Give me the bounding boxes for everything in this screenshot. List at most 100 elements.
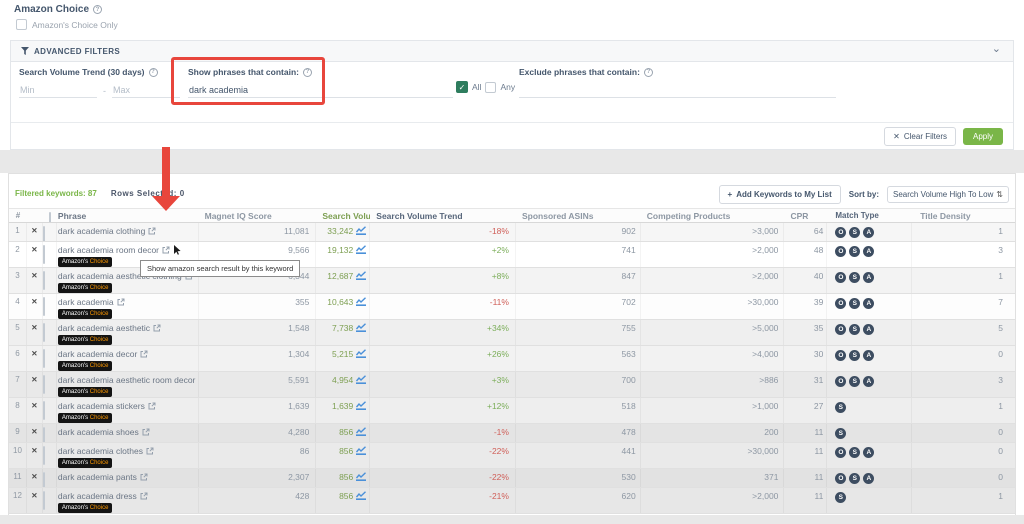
- match-type-s-icon: S: [835, 402, 846, 413]
- help-icon[interactable]: ?: [93, 5, 102, 14]
- column-header-magnet-iq-score[interactable]: Magnet IQ Score: [199, 209, 317, 222]
- column-header-competing-products[interactable]: Competing Products: [641, 209, 785, 222]
- row-checkbox[interactable]: [43, 323, 45, 342]
- magnet-iq-score-value: 1,304: [199, 346, 317, 371]
- table-row[interactable]: 1 ✕ dark academia clothing 11,081 33,242…: [9, 223, 1015, 242]
- external-link-icon[interactable]: [148, 402, 156, 410]
- row-checkbox[interactable]: [43, 491, 45, 510]
- sort-select[interactable]: Search Volume High To Low ⇅: [887, 186, 1009, 203]
- column-header-title-density[interactable]: Title Density: [912, 209, 1015, 222]
- remove-row-icon[interactable]: ✕: [27, 469, 43, 487]
- search-volume-value: 7,738: [332, 323, 353, 333]
- external-link-icon[interactable]: [148, 227, 156, 235]
- remove-row-icon[interactable]: ✕: [27, 443, 43, 468]
- table-row[interactable]: 9 ✕ dark academia shoes 4,280 856 -1% 4: [9, 424, 1015, 443]
- match-type-a-icon: A: [863, 298, 874, 309]
- external-link-icon[interactable]: [162, 246, 170, 254]
- match-type-a-icon: A: [863, 272, 874, 283]
- chart-icon[interactable]: [356, 446, 366, 455]
- row-checkbox[interactable]: [43, 297, 45, 316]
- exclude-phrases-input[interactable]: [519, 83, 836, 98]
- table-row[interactable]: 10 ✕ dark academia clothes Amazon's Choi…: [9, 443, 1015, 469]
- match-type-o-icon: O: [835, 227, 846, 238]
- trend-max-input[interactable]: [112, 83, 180, 98]
- row-checkbox[interactable]: [43, 375, 45, 394]
- column-header-number[interactable]: #: [9, 209, 27, 222]
- competing-products-value: >3,000: [641, 223, 785, 241]
- row-checkbox[interactable]: [43, 472, 45, 487]
- chart-icon[interactable]: [356, 323, 366, 332]
- title-density-value: 1: [912, 488, 1015, 513]
- match-type-icons: OSA: [827, 294, 912, 319]
- all-checkbox[interactable]: ✓: [456, 81, 468, 93]
- apply-button[interactable]: Apply: [963, 128, 1003, 145]
- select-all-checkbox-cell: [43, 209, 57, 222]
- external-link-icon[interactable]: [146, 447, 154, 455]
- any-checkbox[interactable]: [485, 82, 496, 93]
- trend-min-input[interactable]: [19, 83, 97, 98]
- table-row[interactable]: 5 ✕ dark academia aesthetic Amazon's Cho…: [9, 320, 1015, 346]
- row-checkbox[interactable]: [43, 271, 45, 290]
- table-row[interactable]: 12 ✕ dark academia dress Amazon's Choice…: [9, 488, 1015, 514]
- chart-icon[interactable]: [356, 349, 366, 358]
- sponsored-asins-value: 563: [516, 346, 641, 371]
- match-type-s-icon: S: [835, 492, 846, 503]
- remove-row-icon[interactable]: ✕: [27, 268, 43, 293]
- row-checkbox[interactable]: [43, 401, 45, 420]
- advanced-filters-header[interactable]: ADVANCED FILTERS ⌄: [11, 41, 1013, 62]
- row-checkbox[interactable]: [43, 245, 45, 264]
- column-header-match-type[interactable]: Match Type: [827, 209, 912, 222]
- table-row[interactable]: 7 ✕ dark academia aesthetic room decor A…: [9, 372, 1015, 398]
- external-link-icon[interactable]: [140, 492, 148, 500]
- remove-row-icon[interactable]: ✕: [27, 320, 43, 345]
- help-icon[interactable]: ?: [149, 68, 158, 77]
- match-type-a-icon: A: [863, 350, 874, 361]
- table-row[interactable]: 11 ✕ dark academia pants 2,307 856 -22%: [9, 469, 1015, 488]
- remove-row-icon[interactable]: ✕: [27, 242, 43, 267]
- chart-icon[interactable]: [356, 271, 366, 280]
- competing-products-value: >1,000: [641, 398, 785, 423]
- external-link-icon[interactable]: [117, 298, 125, 306]
- chart-icon[interactable]: [356, 245, 366, 254]
- row-checkbox[interactable]: [43, 427, 45, 442]
- search-volume-trend-value: -22%: [370, 469, 516, 487]
- chart-icon[interactable]: [356, 401, 366, 410]
- chart-icon[interactable]: [356, 472, 366, 481]
- external-link-icon[interactable]: [153, 324, 161, 332]
- chart-icon[interactable]: [356, 226, 366, 235]
- column-header-search-volume-trend[interactable]: Search Volume Trend: [370, 209, 516, 222]
- select-all-checkbox[interactable]: [49, 212, 51, 222]
- add-keywords-button[interactable]: + Add Keywords to My List: [719, 185, 841, 204]
- row-checkbox[interactable]: [43, 226, 45, 241]
- column-header-sponsored-asins[interactable]: Sponsored ASINs: [516, 209, 641, 222]
- column-header-cpr[interactable]: CPR: [784, 209, 827, 222]
- search-volume-value: 33,242: [327, 226, 353, 236]
- external-link-icon[interactable]: [142, 428, 150, 436]
- row-checkbox[interactable]: [43, 349, 45, 368]
- chevron-down-icon[interactable]: ⌄: [992, 42, 1001, 55]
- remove-row-icon[interactable]: ✕: [27, 294, 43, 319]
- remove-row-icon[interactable]: ✕: [27, 346, 43, 371]
- column-header-search-volume[interactable]: Search Volume: [316, 209, 370, 222]
- amazons-choice-only-checkbox[interactable]: [16, 19, 27, 30]
- external-link-icon[interactable]: [140, 473, 148, 481]
- help-icon[interactable]: ?: [644, 68, 653, 77]
- external-link-icon[interactable]: [140, 350, 148, 358]
- remove-row-icon[interactable]: ✕: [27, 372, 43, 397]
- chart-icon[interactable]: [356, 491, 366, 500]
- remove-row-icon[interactable]: ✕: [27, 223, 43, 241]
- clear-filters-button[interactable]: ✕ Clear Filters: [884, 127, 956, 146]
- match-type-o-icon: O: [835, 473, 846, 484]
- chart-icon[interactable]: [356, 297, 366, 306]
- match-type-a-icon: A: [863, 376, 874, 387]
- chart-icon[interactable]: [356, 375, 366, 384]
- table-row[interactable]: 6 ✕ dark academia decor Amazon's Choice …: [9, 346, 1015, 372]
- search-volume-value: 10,643: [327, 297, 353, 307]
- table-row[interactable]: 8 ✕ dark academia stickers Amazon's Choi…: [9, 398, 1015, 424]
- chart-icon[interactable]: [356, 427, 366, 436]
- row-checkbox[interactable]: [43, 446, 45, 465]
- remove-row-icon[interactable]: ✕: [27, 398, 43, 423]
- remove-row-icon[interactable]: ✕: [27, 424, 43, 442]
- table-row[interactable]: 4 ✕ dark academia Amazon's Choice 355 10…: [9, 294, 1015, 320]
- remove-row-icon[interactable]: ✕: [27, 488, 43, 513]
